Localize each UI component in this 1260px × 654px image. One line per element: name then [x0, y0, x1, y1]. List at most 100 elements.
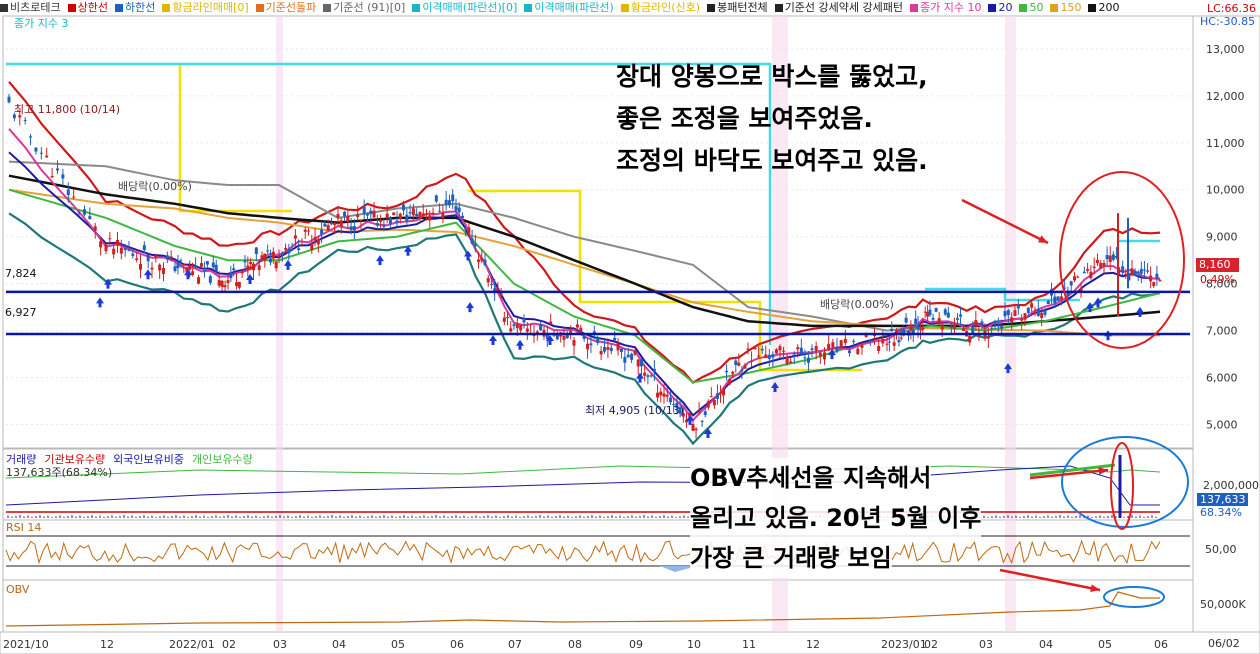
candle-body: [29, 136, 33, 138]
candle-body: [549, 321, 553, 325]
candle-body: [150, 267, 154, 270]
candle-body: [968, 335, 972, 343]
candle-body: [82, 209, 86, 215]
candle-body: [1130, 268, 1134, 276]
candle-body: [662, 393, 666, 397]
candle-body: [249, 262, 253, 265]
candle-body: [506, 317, 510, 319]
candle-body: [767, 354, 771, 359]
candle-body: [956, 318, 959, 320]
candle-body: [66, 189, 70, 195]
candle-body: [725, 370, 729, 373]
candle-body: [447, 200, 451, 206]
candle-body: [868, 339, 872, 341]
candle-body: [339, 220, 343, 227]
candle-body: [454, 205, 458, 211]
comment-box-2: OBV추세선을 지속해서 올리고 있음. 20년 5월 이후 가장 큰 거래량 …: [690, 458, 982, 578]
candle-body: [274, 261, 278, 269]
dividend-label-2: 배당락(0.00%): [820, 298, 894, 311]
candle-body: [176, 262, 180, 268]
candle-body: [697, 410, 701, 413]
candle-body: [127, 249, 131, 251]
candle-body: [72, 196, 76, 198]
candle-body: [746, 348, 750, 350]
candle-body: [1082, 271, 1086, 274]
candle-body: [300, 244, 304, 246]
candle-body: [649, 375, 653, 377]
candle-body: [266, 250, 270, 252]
candle-body: [362, 206, 366, 214]
candle-body: [613, 337, 617, 341]
current-price-badge: 8,160: [1196, 258, 1239, 272]
candle-body: [290, 248, 294, 251]
candle-body: [609, 347, 613, 352]
candle-body: [45, 155, 49, 158]
candle-body: [589, 343, 593, 346]
candle-body: [108, 238, 112, 240]
candle-body: [211, 262, 215, 268]
candle-body: [586, 343, 590, 350]
candle-body: [202, 270, 206, 272]
date-tick-label: 11: [742, 638, 756, 651]
candle-body: [246, 265, 250, 270]
candle-body: [460, 215, 464, 219]
candle-body: [158, 264, 162, 271]
candle-body: [1073, 276, 1076, 281]
candle-body: [1003, 311, 1007, 317]
date-tick-label: 04: [332, 638, 346, 651]
date-tick-label: 12: [100, 638, 114, 651]
candle-body: [329, 222, 333, 225]
candle-body: [921, 327, 925, 330]
candle-body: [372, 210, 376, 218]
candle-body: [789, 361, 793, 363]
candle-body: [467, 227, 471, 233]
candle-body: [359, 219, 363, 221]
candle-body: [877, 345, 881, 351]
candle-body: [799, 347, 803, 355]
candle-body: [142, 245, 146, 251]
candle-body: [135, 258, 139, 260]
candle-body: [665, 394, 669, 397]
candle-body: [993, 321, 997, 326]
volume-legend-item-3[interactable]: 개인보유수량: [192, 453, 253, 466]
candle-body: [603, 347, 606, 352]
candle-body: [914, 318, 918, 324]
candle-body: [226, 280, 230, 284]
candle-body: [169, 256, 173, 258]
candle-body: [796, 347, 800, 350]
candle-body: [489, 284, 493, 286]
candle-body: [509, 328, 513, 332]
candle-body: [375, 223, 379, 226]
candle-body: [1033, 312, 1037, 315]
candle-body: [313, 237, 317, 241]
candle-body: [398, 213, 402, 220]
candle-body: [1121, 266, 1125, 273]
candle-body: [392, 212, 396, 216]
candle-body: [379, 219, 383, 222]
candle-body: [194, 265, 198, 268]
candle-body: [257, 265, 261, 270]
candle-body: [1046, 300, 1050, 305]
candle-body: [792, 354, 796, 356]
candle-body: [515, 324, 519, 329]
candle-body: [806, 357, 810, 363]
candle-body: [451, 194, 455, 202]
candle-body: [131, 253, 135, 256]
candle-body: [50, 176, 54, 178]
candle-body: [818, 352, 822, 357]
candle-body: [333, 222, 337, 226]
volume-legend-item-2[interactable]: 외국인보유비중: [113, 453, 184, 466]
candle-body: [269, 258, 272, 263]
candle-body: [785, 357, 789, 365]
candle-body: [173, 266, 177, 272]
candle-body: [297, 248, 301, 250]
candle-body: [1059, 296, 1063, 300]
candle-body: [162, 268, 165, 275]
rsi-label: RSI 14: [6, 521, 42, 534]
hlevel-label-1: 7,824: [5, 267, 37, 280]
candle-body: [385, 213, 389, 219]
candle-body: [943, 309, 947, 315]
date-tick-label: 06: [1154, 638, 1168, 651]
candle-body: [959, 314, 963, 317]
candle-body: [753, 347, 757, 349]
